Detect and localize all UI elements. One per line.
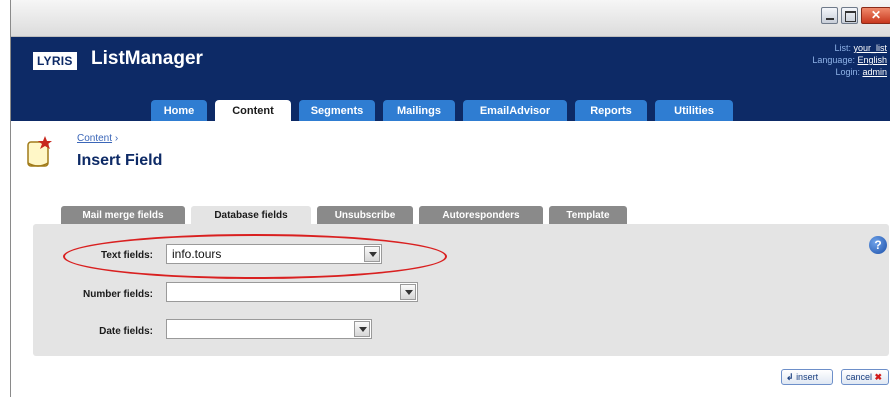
help-icon[interactable]: ?	[869, 236, 887, 254]
tab-emailadvisor[interactable]: EmailAdvisor	[463, 100, 567, 121]
window-title-bar: ✕	[11, 0, 890, 37]
tab-utilities[interactable]: Utilities	[655, 100, 733, 121]
content-page-icon	[27, 136, 52, 167]
maximize-button[interactable]	[841, 7, 858, 24]
cancel-icon: ✖	[874, 372, 883, 382]
maximize-icon	[842, 8, 857, 23]
tab-segments[interactable]: Segments	[299, 100, 375, 121]
close-window-button[interactable]: ✕	[861, 7, 890, 24]
breadcrumb: Content ›	[77, 133, 118, 144]
close-icon: ✕	[870, 8, 882, 22]
language-label: Language:	[812, 55, 855, 65]
page-title: Insert Field	[77, 152, 163, 169]
app-window: ✕ LYRIS ListManager List: your_list Lang…	[10, 0, 890, 397]
cancel-button[interactable]: cancel ✖	[841, 369, 889, 385]
tab-mailings[interactable]: Mailings	[383, 100, 455, 121]
minimize-button[interactable]	[821, 7, 838, 24]
subtab-database-fields[interactable]: Database fields	[191, 206, 311, 225]
chevron-down-icon[interactable]	[364, 246, 380, 262]
subtab-autoresponders[interactable]: Autoresponders	[419, 206, 543, 224]
cancel-button-label: cancel	[846, 372, 873, 382]
date-fields-label: Date fields:	[99, 326, 153, 337]
insert-button-label: insert	[796, 372, 819, 382]
insert-icon: ↲	[786, 372, 794, 382]
language-link[interactable]: English	[857, 55, 887, 65]
list-label: List:	[834, 43, 851, 53]
login-link[interactable]: admin	[862, 67, 887, 77]
session-info: List: your_list Language: English Login:…	[812, 42, 887, 78]
chevron-down-icon[interactable]	[400, 284, 416, 300]
lyris-logo: LYRIS	[33, 52, 77, 70]
tab-content[interactable]: Content	[215, 100, 291, 122]
tab-reports[interactable]: Reports	[575, 100, 647, 121]
list-link[interactable]: your_list	[853, 43, 887, 53]
number-fields-select[interactable]	[166, 282, 418, 302]
text-fields-label: Text fields:	[100, 250, 153, 261]
breadcrumb-content-link[interactable]: Content	[77, 133, 112, 144]
insert-button[interactable]: ↲ insert	[781, 369, 833, 385]
text-fields-select[interactable]: info.tours	[166, 244, 382, 264]
app-title: ListManager	[91, 48, 203, 69]
app-header: LYRIS ListManager List: your_list Langua…	[11, 37, 890, 122]
number-fields-label: Number fields:	[82, 289, 153, 300]
database-fields-panel	[33, 224, 889, 356]
text-fields-value: info.tours	[172, 247, 222, 261]
breadcrumb-separator: ›	[114, 133, 119, 144]
chevron-down-icon[interactable]	[354, 321, 370, 337]
subtab-template[interactable]: Template	[549, 206, 627, 224]
subtab-mail-merge-fields[interactable]: Mail merge fields	[61, 206, 185, 224]
login-label: Login:	[835, 67, 860, 77]
subtab-unsubscribe[interactable]: Unsubscribe	[317, 206, 413, 224]
minimize-icon	[822, 8, 837, 23]
date-fields-select[interactable]	[166, 319, 372, 339]
tab-home[interactable]: Home	[151, 100, 207, 121]
